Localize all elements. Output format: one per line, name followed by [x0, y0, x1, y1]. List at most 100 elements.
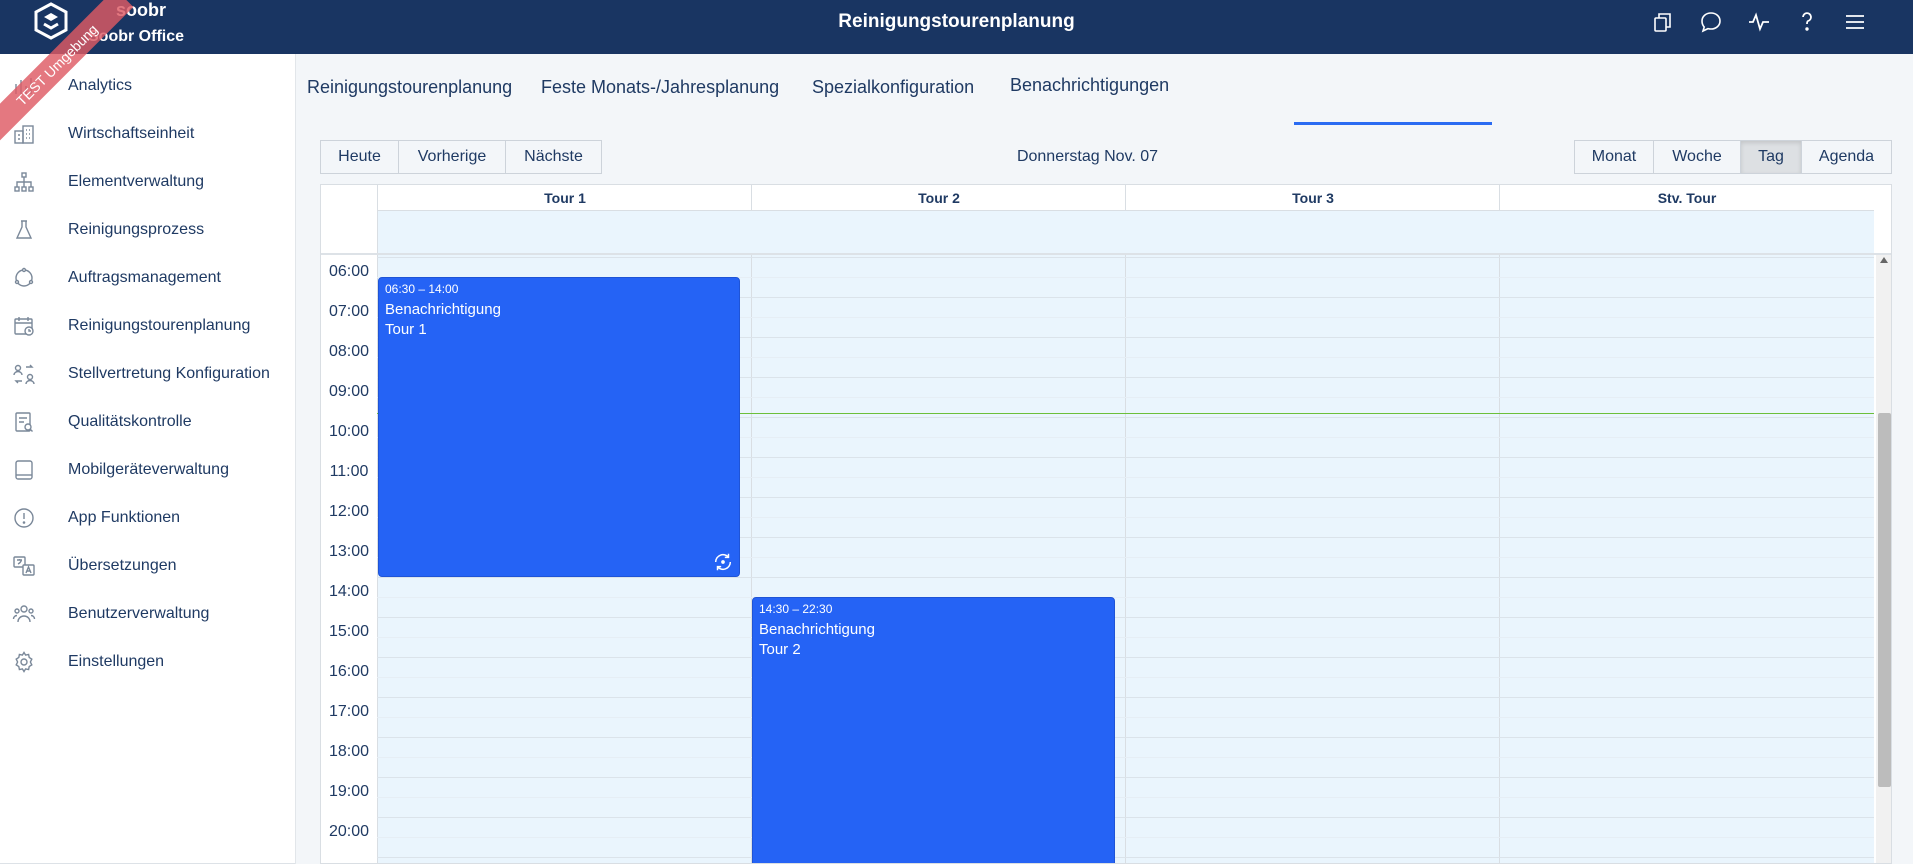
tab-reinigungstourenplanung[interactable]: Reinigungstourenplanung — [307, 77, 512, 98]
column-header-tour-1: Tour 1 — [377, 185, 752, 211]
event-title: Benachrichtigung — [385, 301, 501, 318]
calendar-header: Tour 1 Tour 2 Tour 3 Stv. Tour — [321, 185, 1891, 255]
hour-label: 07:00 — [328, 303, 370, 320]
menu-icon[interactable] — [1842, 9, 1868, 35]
soobr-logo-icon — [34, 2, 68, 40]
half-hour-line — [377, 797, 1874, 798]
scroll-up-icon[interactable] — [1880, 257, 1888, 263]
sidebar-item-elementverwaltung[interactable]: Elementverwaltung — [0, 162, 295, 202]
cycle-icon — [11, 265, 37, 291]
sidebar-item-label: App Funktionen — [68, 509, 181, 526]
tab-bar: Reinigungstourenplanung Feste Monats-/Ja… — [296, 54, 1913, 125]
column-header-tour-2: Tour 2 — [751, 185, 1126, 211]
active-tab-indicator — [1294, 122, 1492, 125]
sidebar-item-label: Auftragsmanagement — [68, 269, 221, 286]
users-icon — [11, 601, 37, 627]
sidebar-item-analytics[interactable]: Analytics — [0, 66, 295, 106]
sidebar-item-label: Benutzerverwaltung — [68, 605, 210, 622]
hour-line — [377, 817, 1874, 818]
sidebar-item-app-funktionen[interactable]: App Funktionen — [0, 498, 295, 538]
view-agenda-button[interactable]: Agenda — [1801, 140, 1892, 174]
hour-line — [377, 697, 1874, 698]
chat-icon[interactable] — [1698, 9, 1724, 35]
gear-icon — [11, 649, 37, 675]
sidebar-item-label: Reinigungsprozess — [68, 221, 205, 238]
half-hour-line — [377, 837, 1874, 838]
sidebar-item-reinigungsprozess[interactable]: Reinigungsprozess — [0, 210, 295, 250]
sidebar-item-label: Stellvertretung Konfiguration — [68, 365, 270, 382]
current-date-label: Donnerstag Nov. 07 — [1016, 148, 1159, 165]
hour-line — [377, 857, 1874, 858]
tab-feste-planung[interactable]: Feste Monats-/Jahresplanung — [541, 77, 779, 98]
flask-icon — [11, 217, 37, 243]
scroll-thumb[interactable] — [1878, 413, 1891, 787]
hour-label: 09:00 — [328, 383, 370, 400]
sidebar-item-mobilgeraete[interactable]: Mobilgeräteverwaltung — [0, 450, 295, 490]
recurring-icon — [714, 553, 732, 571]
activity-icon[interactable] — [1746, 9, 1772, 35]
view-day-button[interactable]: Tag — [1740, 140, 1802, 174]
day-calendar: Tour 1 Tour 2 Tour 3 Stv. Tour 06:00 07:… — [320, 184, 1892, 864]
hour-line — [377, 257, 1874, 258]
sidebar-item-reinigungstourenplanung[interactable]: Reinigungstourenplanung — [0, 306, 295, 346]
next-button[interactable]: Nächste — [505, 140, 602, 174]
view-week-button[interactable]: Woche — [1653, 140, 1741, 174]
all-day-row[interactable] — [377, 211, 1874, 253]
event-tour-2[interactable]: 14:30 – 22:30 Benachrichtigung Tour 2 — [752, 597, 1115, 863]
copy-icon[interactable] — [1650, 9, 1676, 35]
sidebar-item-label: Wirtschaftseinheit — [68, 125, 195, 142]
hour-label: 11:00 — [329, 463, 369, 480]
hour-line — [377, 777, 1874, 778]
hour-label: 16:00 — [328, 663, 370, 680]
sidebar-item-einstellungen[interactable]: Einstellungen — [0, 642, 295, 682]
hour-label: 18:00 — [328, 743, 370, 760]
half-hour-line — [377, 597, 1874, 598]
sidebar-item-qualitaetskontrolle[interactable]: Qualitätskontrolle — [0, 402, 295, 442]
day-column-tour-3[interactable] — [1125, 255, 1500, 863]
sidebar-item-auftragsmanagement[interactable]: Auftragsmanagement — [0, 258, 295, 298]
sidebar-item-benutzerverwaltung[interactable]: Benutzerverwaltung — [0, 594, 295, 634]
hour-label: 19:00 — [328, 783, 370, 800]
event-subtitle: Tour 2 — [759, 641, 801, 658]
help-icon[interactable] — [1794, 9, 1820, 35]
sidebar: Analytics Wirtschaftseinheit Elementverw… — [0, 54, 296, 864]
page-title: Reinigungstourenplanung — [838, 11, 1075, 32]
hour-label: 20:00 — [328, 823, 370, 840]
sidebar-item-wirtschaftseinheit[interactable]: Wirtschaftseinheit — [0, 114, 295, 154]
sidebar-item-label: Elementverwaltung — [68, 173, 205, 190]
column-header-tour-3: Tour 3 — [1125, 185, 1500, 211]
sidebar-item-label: Einstellungen — [68, 653, 165, 670]
sidebar-item-stellvertretung[interactable]: Stellvertretung Konfiguration — [0, 354, 295, 394]
hour-line — [377, 657, 1874, 658]
half-hour-line — [377, 717, 1874, 718]
top-bar: soobr Soobr Office TEST Umgebung Reinigu… — [0, 0, 1913, 142]
event-subtitle: Tour 1 — [385, 321, 427, 338]
tab-benachrichtigungen[interactable]: Benachrichtigungen — [1010, 75, 1169, 96]
event-tour-1[interactable]: 06:30 – 14:00 Benachrichtigung Tour 1 — [378, 277, 740, 577]
day-column-stv-tour[interactable] — [1499, 255, 1874, 863]
tab-spezialkonfiguration[interactable]: Spezialkonfiguration — [812, 77, 974, 98]
brand-subtitle: Soobr Office — [88, 28, 185, 45]
hour-line — [377, 737, 1874, 738]
swap-users-icon — [11, 361, 37, 387]
sidebar-item-label: Reinigungstourenplanung — [68, 317, 251, 334]
half-hour-line — [377, 757, 1874, 758]
time-grid: 06:00 07:00 08:00 09:00 10:00 11:00 12:0… — [321, 255, 1891, 863]
view-month-button[interactable]: Monat — [1574, 140, 1654, 174]
vertical-scrollbar[interactable] — [1876, 255, 1891, 863]
sidebar-item-uebersetzungen[interactable]: Übersetzungen — [0, 546, 295, 586]
half-hour-line — [377, 637, 1874, 638]
today-button[interactable]: Heute — [320, 140, 399, 174]
brand-name: soobr — [116, 0, 167, 20]
brand[interactable]: soobr Soobr Office — [30, 0, 230, 54]
previous-button[interactable]: Vorherige — [398, 140, 506, 174]
sidebar-item-label: Mobilgeräteverwaltung — [68, 461, 229, 478]
translate-icon — [11, 553, 37, 579]
event-title: Benachrichtigung — [759, 621, 875, 638]
column-header-stv-tour: Stv. Tour — [1499, 185, 1874, 211]
hour-label: 06:00 — [328, 263, 370, 280]
hour-label: 12:00 — [328, 503, 370, 520]
tablet-icon — [11, 457, 37, 483]
header-actions — [1650, 9, 1868, 35]
hour-label: 15:00 — [328, 623, 370, 640]
